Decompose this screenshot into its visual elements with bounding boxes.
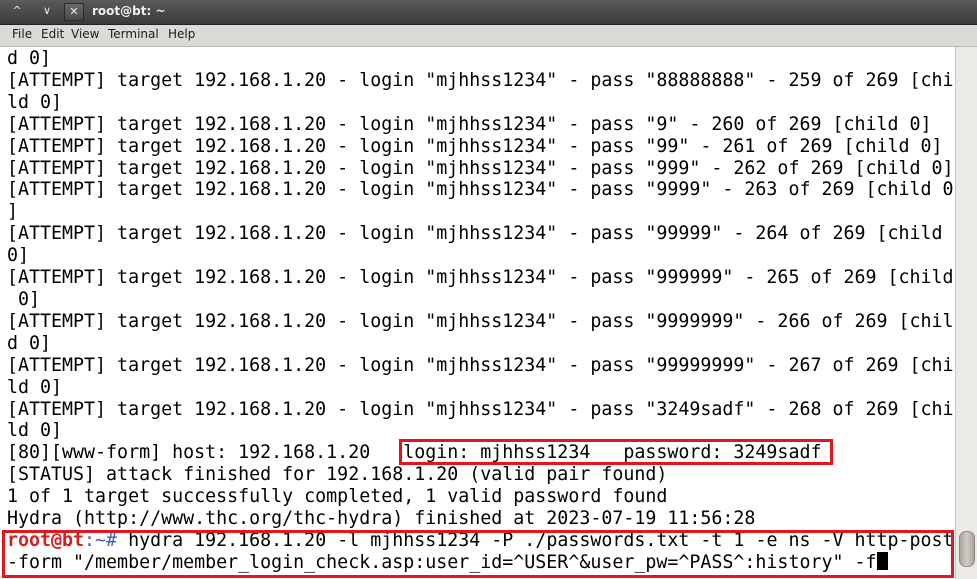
terminal-line: [ATTEMPT] target 192.168.1.20 - login "m…	[7, 267, 954, 289]
maximize-button[interactable]: ∨	[38, 3, 56, 19]
terminal-line: [ATTEMPT] target 192.168.1.20 - login "m…	[7, 135, 943, 157]
close-button[interactable]: ✕	[64, 3, 84, 21]
status-line: [STATUS] attack finished for 192.168.1.2…	[7, 464, 668, 486]
terminal-line: 0]	[7, 288, 41, 310]
terminal-line: [ATTEMPT] target 192.168.1.20 - login "m…	[7, 310, 954, 332]
terminal-line: 0]	[7, 245, 30, 267]
terminal-output[interactable]: d 0] [ATTEMPT] target 192.168.1.20 - log…	[0, 47, 955, 579]
terminal-lines: d 0] [ATTEMPT] target 192.168.1.20 - log…	[7, 48, 955, 574]
terminal-line: [ATTEMPT] target 192.168.1.20 - login "m…	[7, 398, 954, 420]
summary-line: 1 of 1 target successfully completed, 1 …	[7, 486, 668, 508]
scrollbar-thumb[interactable]	[959, 531, 975, 567]
terminal-line: ld 0]	[7, 91, 63, 113]
minimize-button[interactable]: ^	[8, 3, 26, 19]
scrollbar[interactable]	[955, 47, 977, 579]
finished-line: Hydra (http://www.thc.org/thc-hydra) fin…	[7, 508, 756, 530]
terminal-line: [ATTEMPT] target 192.168.1.20 - login "m…	[7, 157, 954, 179]
menu-terminal[interactable]: Terminal	[108, 27, 159, 41]
window-title: root@bt: ~	[92, 4, 166, 18]
title-bar[interactable]: ^ ∨ ✕ root@bt: ~	[0, 0, 977, 25]
terminal-line: [ATTEMPT] target 192.168.1.20 - login "m…	[7, 223, 943, 245]
terminal-line: [ATTEMPT] target 192.168.1.20 - login "m…	[7, 69, 954, 91]
credentials-highlight-box	[399, 439, 833, 465]
terminal-line: [ATTEMPT] target 192.168.1.20 - login "m…	[7, 179, 954, 201]
menu-view[interactable]: View	[71, 27, 99, 41]
menu-help[interactable]: Help	[168, 27, 195, 41]
menu-edit[interactable]: Edit	[41, 27, 64, 41]
terminal-line: ]	[7, 201, 19, 223]
terminal-line: d 0]	[7, 332, 52, 354]
terminal-line: [ATTEMPT] target 192.168.1.20 - login "m…	[7, 113, 932, 135]
terminal-line: d 0]	[7, 48, 52, 69]
menu-file[interactable]: File	[12, 27, 32, 41]
terminal-line: ld 0]	[7, 376, 63, 398]
terminal-line: [ATTEMPT] target 192.168.1.20 - login "m…	[7, 354, 954, 376]
command-highlight-box	[2, 530, 954, 578]
menu-bar: File Edit View Terminal Help	[0, 25, 977, 47]
